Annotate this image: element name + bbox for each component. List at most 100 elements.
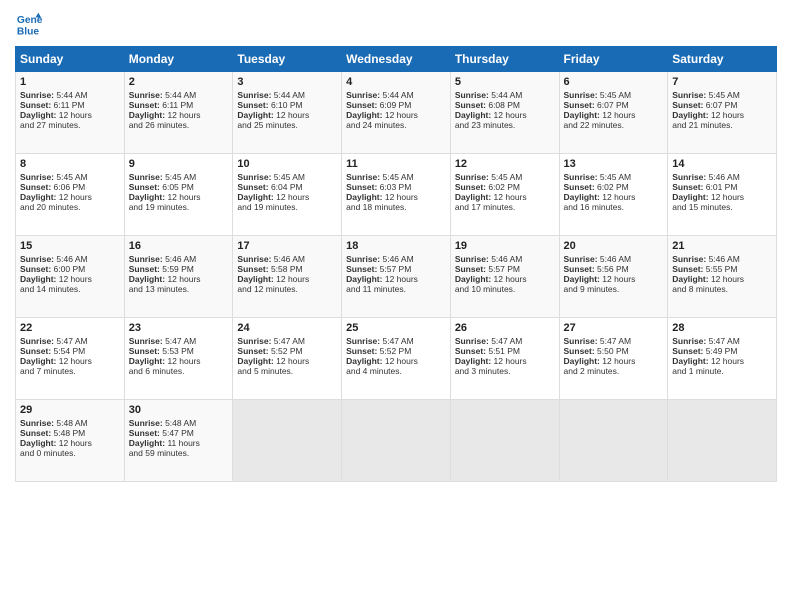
calendar-cell: 29 Sunrise: 5:48 AMSunset: 5:48 PMDayligh… <box>16 400 125 482</box>
calendar-cell <box>342 400 451 482</box>
cell-content: Sunrise: 5:46 AMSunset: 5:57 PMDaylight:… <box>455 254 527 294</box>
calendar-cell: 4 Sunrise: 5:44 AMSunset: 6:09 PMDaylight… <box>342 72 451 154</box>
day-number: 2 <box>129 76 229 88</box>
cell-content: Sunrise: 5:48 AMSunset: 5:47 PMDaylight:… <box>129 418 200 458</box>
day-number: 4 <box>346 76 446 88</box>
day-number: 9 <box>129 158 229 170</box>
day-number: 17 <box>237 240 337 252</box>
day-number: 16 <box>129 240 229 252</box>
cell-content: Sunrise: 5:48 AMSunset: 5:48 PMDaylight:… <box>20 418 92 458</box>
day-number: 27 <box>564 322 664 334</box>
day-number: 25 <box>346 322 446 334</box>
calendar-cell: 5 Sunrise: 5:44 AMSunset: 6:08 PMDaylight… <box>450 72 559 154</box>
day-number: 24 <box>237 322 337 334</box>
calendar-cell: 17Sunrise: 5:46 AMSunset: 5:58 PMDayligh… <box>233 236 342 318</box>
cell-content: Sunrise: 5:46 AMSunset: 5:55 PMDaylight:… <box>672 254 744 294</box>
calendar-cell: 13 Sunrise: 5:45 AMSunset: 6:02 PMDayligh… <box>559 154 668 236</box>
calendar-cell: 24 Sunrise: 5:47 AMSunset: 5:52 PMDayligh… <box>233 318 342 400</box>
col-header-saturday: Saturday <box>668 47 777 72</box>
day-number: 1 <box>20 76 120 88</box>
cell-content: Sunrise: 5:46 AMSunset: 5:56 PMDaylight:… <box>564 254 636 294</box>
week-row-5: 29 Sunrise: 5:48 AMSunset: 5:48 PMDayligh… <box>16 400 777 482</box>
cell-content: Sunrise: 5:44 AMSunset: 6:09 PMDaylight:… <box>346 90 418 130</box>
cell-content: Sunrise: 5:46 AMSunset: 6:01 PMDaylight:… <box>672 172 744 212</box>
cell-content: Sunrise: 5:44 AMSunset: 6:11 PMDaylight:… <box>20 90 92 130</box>
calendar-cell: 25 Sunrise: 5:47 AMSunset: 5:52 PMDayligh… <box>342 318 451 400</box>
cell-content: Sunrise: 5:45 AMSunset: 6:07 PMDaylight:… <box>564 90 636 130</box>
calendar-cell: 27 Sunrise: 5:47 AMSunset: 5:50 PMDayligh… <box>559 318 668 400</box>
cell-content: Sunrise: 5:45 AMSunset: 6:05 PMDaylight:… <box>129 172 201 212</box>
calendar-cell <box>233 400 342 482</box>
cell-content: Sunrise: 5:45 AMSunset: 6:03 PMDaylight:… <box>346 172 418 212</box>
day-number: 26 <box>455 322 555 334</box>
cell-content: Sunrise: 5:45 AMSunset: 6:07 PMDaylight:… <box>672 90 744 130</box>
week-row-1: 1 Sunrise: 5:44 AMSunset: 6:11 PMDaylight… <box>16 72 777 154</box>
calendar-cell: 6 Sunrise: 5:45 AMSunset: 6:07 PMDaylight… <box>559 72 668 154</box>
calendar-cell <box>668 400 777 482</box>
calendar-cell: 23 Sunrise: 5:47 AMSunset: 5:53 PMDayligh… <box>124 318 233 400</box>
day-number: 3 <box>237 76 337 88</box>
calendar-header-row: SundayMondayTuesdayWednesdayThursdayFrid… <box>16 47 777 72</box>
cell-content: Sunrise: 5:45 AMSunset: 6:02 PMDaylight:… <box>564 172 636 212</box>
day-number: 18 <box>346 240 446 252</box>
calendar-cell: 15 Sunrise: 5:46 AMSunset: 6:00 PMDayligh… <box>16 236 125 318</box>
calendar-cell: 28Sunrise: 5:47 AMSunset: 5:49 PMDayligh… <box>668 318 777 400</box>
calendar-cell: 22 Sunrise: 5:47 AMSunset: 5:54 PMDayligh… <box>16 318 125 400</box>
day-number: 30 <box>129 404 229 416</box>
cell-content: Sunrise: 5:47 AMSunset: 5:50 PMDaylight:… <box>564 336 636 376</box>
calendar-cell: 10 Sunrise: 5:45 AMSunset: 6:04 PMDayligh… <box>233 154 342 236</box>
day-number: 5 <box>455 76 555 88</box>
cell-content: Sunrise: 5:47 AMSunset: 5:52 PMDaylight:… <box>237 336 309 376</box>
cell-content: Sunrise: 5:47 AMSunset: 5:53 PMDaylight:… <box>129 336 201 376</box>
day-number: 20 <box>564 240 664 252</box>
col-header-tuesday: Tuesday <box>233 47 342 72</box>
day-number: 15 <box>20 240 120 252</box>
day-number: 6 <box>564 76 664 88</box>
calendar-table: SundayMondayTuesdayWednesdayThursdayFrid… <box>15 46 777 482</box>
calendar-cell: 1 Sunrise: 5:44 AMSunset: 6:11 PMDaylight… <box>16 72 125 154</box>
day-number: 13 <box>564 158 664 170</box>
day-number: 12 <box>455 158 555 170</box>
calendar-cell: 2 Sunrise: 5:44 AMSunset: 6:11 PMDaylight… <box>124 72 233 154</box>
calendar-cell: 7Sunrise: 5:45 AMSunset: 6:07 PMDaylight… <box>668 72 777 154</box>
cell-content: Sunrise: 5:47 AMSunset: 5:51 PMDaylight:… <box>455 336 527 376</box>
day-number: 21 <box>672 240 772 252</box>
calendar-cell: 21 Sunrise: 5:46 AMSunset: 5:55 PMDayligh… <box>668 236 777 318</box>
calendar-cell: 16 Sunrise: 5:46 AMSunset: 5:59 PMDayligh… <box>124 236 233 318</box>
week-row-4: 22 Sunrise: 5:47 AMSunset: 5:54 PMDayligh… <box>16 318 777 400</box>
cell-content: Sunrise: 5:46 AMSunset: 6:00 PMDaylight:… <box>20 254 92 294</box>
cell-content: Sunrise: 5:47 AMSunset: 5:49 PMDaylight:… <box>672 336 744 376</box>
cell-content: Sunrise: 5:44 AMSunset: 6:11 PMDaylight:… <box>129 90 201 130</box>
day-number: 22 <box>20 322 120 334</box>
calendar-page: General Blue SundayMondayTuesdayWednesda… <box>0 0 792 612</box>
day-number: 10 <box>237 158 337 170</box>
col-header-monday: Monday <box>124 47 233 72</box>
day-number: 23 <box>129 322 229 334</box>
cell-content: Sunrise: 5:45 AMSunset: 6:06 PMDaylight:… <box>20 172 92 212</box>
day-number: 29 <box>20 404 120 416</box>
cell-content: Sunrise: 5:44 AMSunset: 6:08 PMDaylight:… <box>455 90 527 130</box>
logo: General Blue <box>15 10 47 38</box>
logo-icon: General Blue <box>15 10 43 38</box>
cell-content: Sunrise: 5:45 AMSunset: 6:02 PMDaylight:… <box>455 172 527 212</box>
day-number: 19 <box>455 240 555 252</box>
day-number: 8 <box>20 158 120 170</box>
calendar-cell: 19 Sunrise: 5:46 AMSunset: 5:57 PMDayligh… <box>450 236 559 318</box>
week-row-2: 8 Sunrise: 5:45 AMSunset: 6:06 PMDaylight… <box>16 154 777 236</box>
calendar-cell: 30 Sunrise: 5:48 AMSunset: 5:47 PMDayligh… <box>124 400 233 482</box>
day-number: 14 <box>672 158 772 170</box>
calendar-cell: 8 Sunrise: 5:45 AMSunset: 6:06 PMDaylight… <box>16 154 125 236</box>
cell-content: Sunrise: 5:47 AMSunset: 5:52 PMDaylight:… <box>346 336 418 376</box>
calendar-cell: 14 Sunrise: 5:46 AMSunset: 6:01 PMDayligh… <box>668 154 777 236</box>
calendar-cell: 12 Sunrise: 5:45 AMSunset: 6:02 PMDayligh… <box>450 154 559 236</box>
calendar-cell <box>559 400 668 482</box>
col-header-wednesday: Wednesday <box>342 47 451 72</box>
cell-content: Sunrise: 5:47 AMSunset: 5:54 PMDaylight:… <box>20 336 92 376</box>
page-header: General Blue <box>15 10 777 38</box>
calendar-cell: 20 Sunrise: 5:46 AMSunset: 5:56 PMDayligh… <box>559 236 668 318</box>
calendar-cell: 26 Sunrise: 5:47 AMSunset: 5:51 PMDayligh… <box>450 318 559 400</box>
cell-content: Sunrise: 5:46 AMSunset: 5:59 PMDaylight:… <box>129 254 201 294</box>
calendar-cell: 18Sunrise: 5:46 AMSunset: 5:57 PMDayligh… <box>342 236 451 318</box>
col-header-thursday: Thursday <box>450 47 559 72</box>
cell-content: Sunrise: 5:45 AMSunset: 6:04 PMDaylight:… <box>237 172 309 212</box>
